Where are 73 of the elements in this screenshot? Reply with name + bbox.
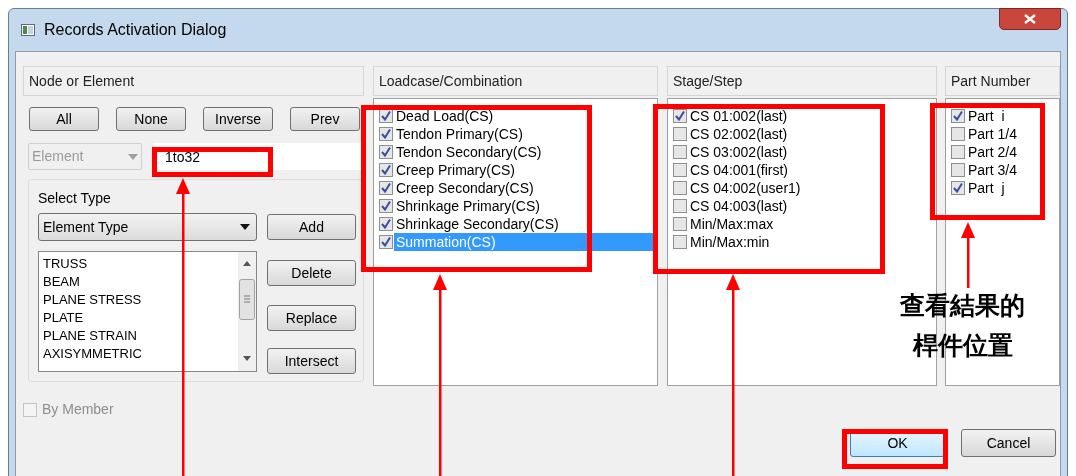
list-item[interactable]: Dead Load(CS)	[394, 107, 494, 125]
close-icon	[1024, 14, 1036, 24]
list-item[interactable]: Part 2/4	[966, 143, 1018, 161]
arrow	[961, 222, 975, 288]
list-item[interactable]: PLANE STRESS	[43, 291, 142, 309]
panel-header: Stage/Step	[667, 66, 937, 96]
list-item[interactable]: Shrinkage Primary(CS)	[394, 197, 540, 215]
checkbox[interactable]	[951, 127, 965, 141]
list-item[interactable]: Min/Max:min	[688, 233, 770, 251]
button[interactable]: Prev	[290, 107, 360, 131]
checkbox[interactable]	[379, 127, 393, 141]
list-item[interactable]: Min/Max:max	[688, 215, 774, 233]
list-item[interactable]: Part 3/4	[966, 161, 1018, 179]
panel-header: Part Number	[945, 66, 1060, 96]
list-item[interactable]: Part j	[966, 179, 1005, 197]
type-list[interactable]: TRUSS BEAM PLANE STRESS PLATE PLANE STRAIN AXISYMMETRIC	[38, 251, 257, 372]
list-item[interactable]: Tendon Primary(CS)	[394, 125, 523, 143]
window-icon	[21, 24, 35, 36]
checkbox[interactable]	[379, 235, 393, 249]
button[interactable]: Replace	[267, 305, 356, 331]
button[interactable]: Delete	[267, 260, 356, 286]
button[interactable]: All	[29, 107, 99, 131]
annotation-text: 查看結果的	[900, 290, 1025, 322]
checkbox[interactable]	[673, 163, 687, 177]
button[interactable]: Intersect	[267, 348, 356, 374]
list-item[interactable]: Part 1/4	[966, 125, 1018, 143]
list-item[interactable]: CS 03:002(last)	[688, 143, 788, 161]
group-title: Select Type	[38, 189, 111, 208]
checkbox[interactable]	[379, 163, 393, 177]
checkbox[interactable]	[673, 109, 687, 123]
element-type-combo[interactable]: Element Type	[38, 213, 257, 241]
list-item[interactable]: Part i	[966, 107, 1005, 125]
list-item[interactable]: CS 04:002(user1)	[688, 179, 801, 197]
checkbox[interactable]	[673, 181, 687, 195]
checkbox[interactable]	[951, 145, 965, 159]
list-item[interactable]: PLANE STRAIN	[43, 327, 137, 345]
close-button[interactable]	[999, 8, 1061, 30]
checkbox[interactable]	[951, 163, 965, 177]
panel-header: Loadcase/Combination	[373, 66, 658, 96]
checkbox[interactable]	[673, 217, 687, 231]
window-title: Records Activation Dialog	[44, 20, 227, 40]
checkbox-label: By Member	[42, 400, 114, 419]
checkbox[interactable]	[379, 181, 393, 195]
list-item[interactable]: Shrinkage Secondary(CS)	[394, 215, 559, 233]
list-item[interactable]: BEAM	[43, 273, 80, 291]
list-item[interactable]: CS 01:002(last)	[688, 107, 788, 125]
list-item[interactable]: CS 04:001(first)	[688, 161, 789, 179]
scrollbar[interactable]	[238, 252, 256, 371]
button[interactable]: None	[116, 107, 186, 131]
list-item[interactable]: AXISYMMETRIC	[43, 345, 142, 363]
list-item[interactable]: CS 02:002(last)	[688, 125, 788, 143]
checkbox[interactable]	[379, 145, 393, 159]
list-item[interactable]: CS 04:003(last)	[688, 197, 788, 215]
annotation-text: 桿件位置	[912, 330, 1013, 362]
list-item[interactable]: PLATE	[43, 309, 84, 327]
checkbox[interactable]	[673, 235, 687, 249]
button[interactable]: Inverse	[203, 107, 273, 131]
list-item[interactable]: Tendon Secondary(CS)	[394, 143, 542, 161]
checkbox[interactable]	[673, 199, 687, 213]
list-item[interactable]: Creep Secondary(CS)	[394, 179, 534, 197]
list-item[interactable]: Creep Primary(CS)	[394, 161, 515, 179]
checkbox[interactable]	[951, 181, 965, 195]
dropdown-icon	[128, 153, 138, 160]
checkbox[interactable]	[673, 145, 687, 159]
cancel-button[interactable]: Cancel	[961, 429, 1056, 457]
checkbox[interactable]	[673, 127, 687, 141]
checkbox[interactable]	[379, 217, 393, 231]
panel-header: Node or Element	[23, 66, 364, 96]
checkbox[interactable]	[379, 199, 393, 213]
dropdown-icon	[240, 224, 250, 230]
list-item[interactable]: TRUSS	[43, 255, 88, 273]
button[interactable]: Add	[267, 214, 356, 240]
checkbox[interactable]	[951, 109, 965, 123]
